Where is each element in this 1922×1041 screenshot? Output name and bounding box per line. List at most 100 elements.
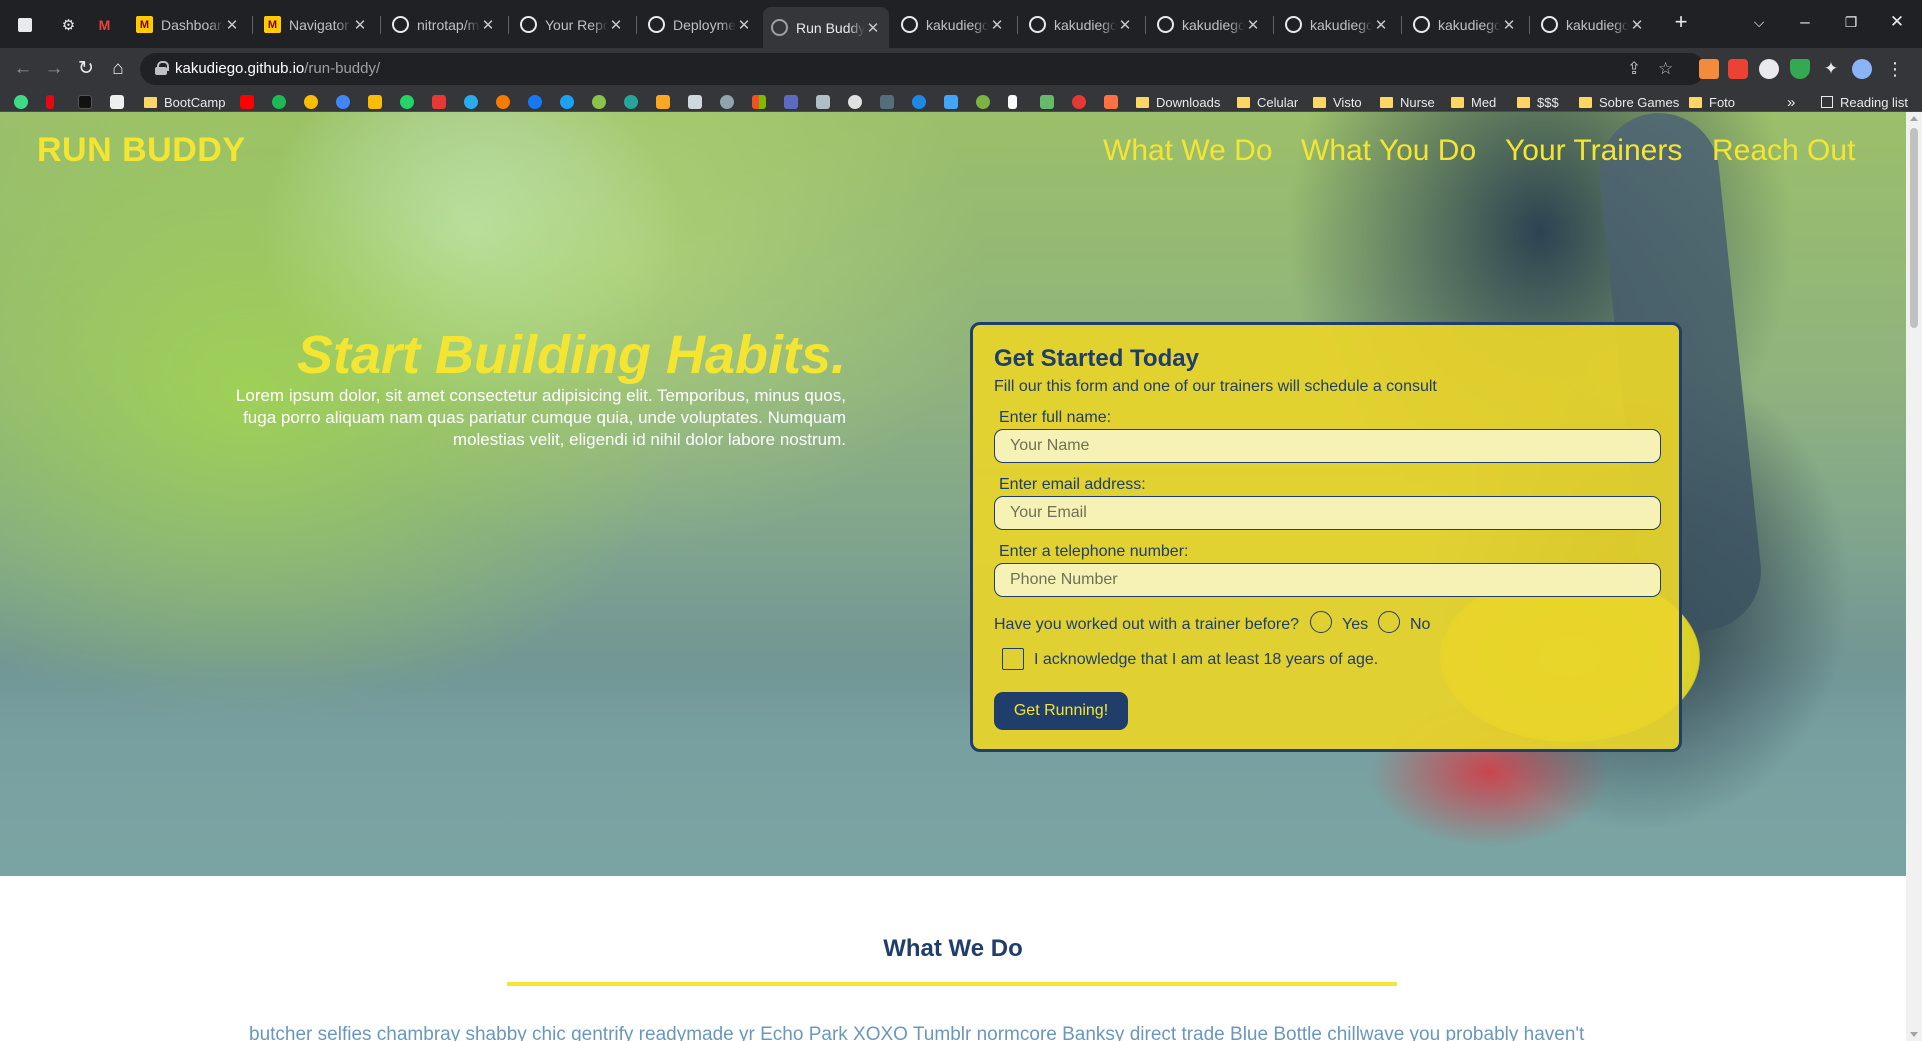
name-input[interactable] [994,429,1661,463]
bookmarks-overflow-button[interactable]: » [1787,94,1795,111]
bookmark-icon[interactable] [1104,95,1118,109]
bookmark-icon[interactable] [496,95,510,109]
tab-0[interactable]: M Dashboard ✕ [128,9,248,40]
menu-kebab-icon[interactable]: ⋮ [1885,59,1905,79]
bookmark-folder[interactable]: Sobre Games [1579,94,1679,110]
nav-link-reach-out[interactable]: Reach Out [1712,134,1855,168]
bookmark-icon[interactable] [848,95,862,109]
bookmark-folder[interactable]: BootCamp [144,94,225,110]
bookmark-icon[interactable] [1040,95,1054,109]
tab-2[interactable]: nitrotap/mc ✕ [384,9,504,40]
scrollbar-thumb[interactable] [1910,128,1918,328]
bookmark-icon[interactable] [656,95,670,109]
bookmark-folder[interactable]: $$$ [1517,94,1559,110]
close-tab-icon[interactable]: ✕ [480,16,496,34]
close-tab-icon[interactable]: ✕ [1373,16,1389,34]
close-tab-icon[interactable]: ✕ [736,16,752,34]
home-button[interactable]: ⌂ [105,56,131,82]
address-bar[interactable]: kakudiego.github.io/run-buddy/ ⇪ ☆ [140,53,1705,85]
bookmark-icon[interactable] [688,95,702,109]
whatsapp-icon[interactable] [400,95,414,109]
get-running-button[interactable]: Get Running! [994,692,1128,730]
tab-6[interactable]: kakudiego/ ✕ [893,9,1013,40]
bookmark-icon[interactable] [14,95,28,109]
back-button[interactable]: ← [10,56,36,82]
tab-9[interactable]: kakudiego/ ✕ [1277,9,1397,40]
bookmark-icon[interactable] [1072,95,1086,109]
bookmark-icon[interactable] [816,95,830,109]
bookmark-icon[interactable] [1008,95,1017,109]
trainer-no-radio[interactable] [1378,611,1400,633]
restore-button[interactable]: ❐ [1829,8,1873,36]
bookmark-icon[interactable] [110,95,124,109]
pinned-tab-gmail[interactable]: M [88,9,120,40]
bookmark-icon[interactable] [880,95,894,109]
spotify-icon[interactable] [272,95,286,109]
bookmark-icon[interactable] [624,95,638,109]
nav-link-what-you-do[interactable]: What You Do [1301,134,1476,168]
extension-icon[interactable] [1759,59,1779,79]
tab-1[interactable]: M Navigator - ✕ [256,9,376,40]
bookmark-folder[interactable]: Visto [1313,94,1362,110]
tab-5-active[interactable]: Run Buddy ✕ [763,7,889,48]
tab-3[interactable]: Your Reposi ✕ [512,9,632,40]
page-scrollbar[interactable] [1906,112,1922,1041]
bookmark-star-icon[interactable]: ☆ [1658,59,1673,79]
trainer-yes-radio[interactable] [1310,611,1332,633]
minimize-button[interactable]: – [1783,8,1827,36]
close-tab-icon[interactable]: ✕ [224,16,240,34]
tab-search-button[interactable] [10,9,50,40]
close-tab-icon[interactable]: ✕ [1629,16,1645,34]
close-tab-icon[interactable]: ✕ [352,16,368,34]
close-tab-icon[interactable]: ✕ [865,19,881,37]
tab-11[interactable]: kakudiego/ ✕ [1533,9,1653,40]
close-tab-icon[interactable]: ✕ [608,16,624,34]
avatar[interactable] [1852,59,1872,79]
tab-search-chevron-icon[interactable]: ⌵ [1737,8,1781,36]
tab-10[interactable]: kakudiego/ ✕ [1405,9,1525,40]
bookmark-icon[interactable] [432,95,446,109]
bookmark-icon[interactable] [304,95,318,109]
bookmark-folder[interactable]: Med [1451,94,1496,110]
close-tab-icon[interactable]: ✕ [1501,16,1517,34]
site-logo[interactable]: RUN BUDDY [37,131,246,170]
tab-8[interactable]: kakudiego/ ✕ [1149,9,1269,40]
nav-link-what-we-do[interactable]: What We Do [1103,134,1273,168]
bookmark-icon[interactable] [720,95,734,109]
bookmark-icon[interactable] [976,95,990,109]
bookmark-icon[interactable] [336,95,350,109]
scroll-down-arrow-icon[interactable] [1910,1032,1918,1037]
bookmark-icon[interactable] [368,95,382,109]
microsoft-icon[interactable] [752,95,766,109]
url-text[interactable]: kakudiego.github.io/run-buddy/ [175,60,380,77]
new-tab-button[interactable]: + [1659,8,1703,36]
reload-button[interactable]: ↻ [73,56,99,82]
extension-icon[interactable] [1728,59,1748,79]
shield-icon[interactable] [1790,59,1810,79]
telegram-icon[interactable] [464,95,478,109]
netflix-icon[interactable] [46,95,54,109]
close-window-button[interactable]: ✕ [1875,8,1919,36]
share-icon[interactable]: ⇪ [1627,59,1641,79]
age-ack-checkbox[interactable] [1002,648,1024,670]
youtube-icon[interactable] [240,95,254,109]
close-tab-icon[interactable]: ✕ [989,16,1005,34]
phone-input[interactable] [994,563,1661,597]
puzzle-icon[interactable]: ✦ [1821,59,1841,79]
bookmark-icon[interactable] [592,95,606,109]
bookmark-icon[interactable] [78,95,92,109]
bookmark-icon[interactable] [784,95,798,109]
facebook-icon[interactable] [528,95,542,109]
tab-7[interactable]: kakudiego/ ✕ [1021,9,1141,40]
email-input[interactable] [994,496,1661,530]
bookmark-folder[interactable]: Downloads [1136,94,1220,110]
scroll-up-arrow-icon[interactable] [1910,116,1918,121]
pinned-tab-settings[interactable]: ⚙ [52,9,82,40]
close-tab-icon[interactable]: ✕ [1245,16,1261,34]
bookmark-icon[interactable] [944,95,958,109]
bookmark-folder[interactable]: Celular [1237,94,1298,110]
extension-icon[interactable] [1699,59,1719,79]
nav-link-your-trainers[interactable]: Your Trainers [1505,134,1682,168]
bookmark-folder[interactable]: Nurse [1380,94,1435,110]
close-tab-icon[interactable]: ✕ [1117,16,1133,34]
